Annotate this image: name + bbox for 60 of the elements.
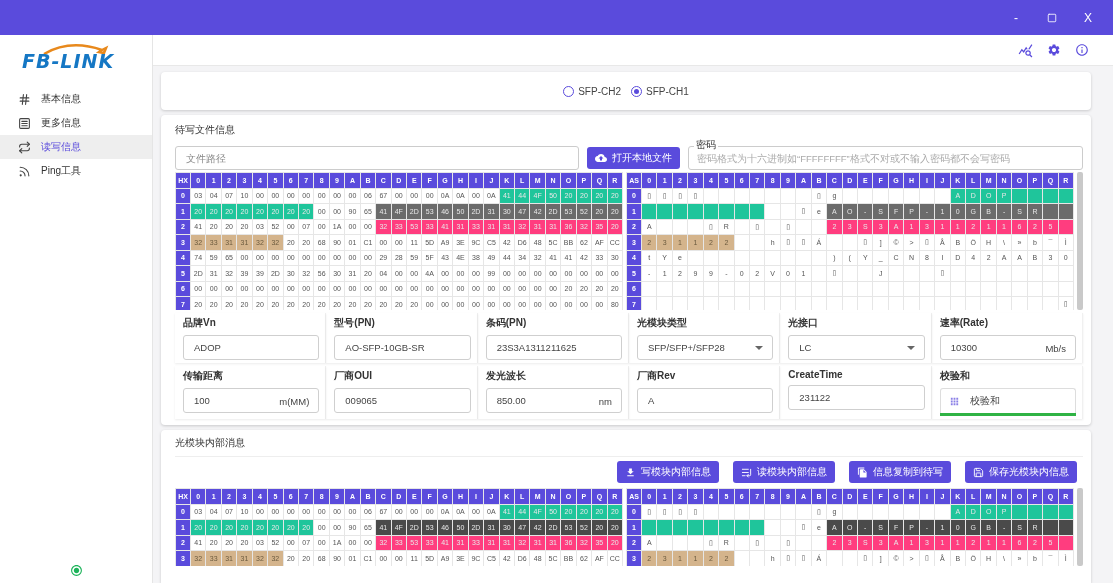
unit-label: Mb/s xyxy=(1045,342,1066,353)
hash-icon xyxy=(18,92,31,106)
dropdown[interactable]: LC xyxy=(788,335,925,360)
caret-icon xyxy=(755,346,764,350)
grid-dots-icon xyxy=(948,395,960,407)
unit-label: nm xyxy=(598,395,612,406)
copy-icon xyxy=(857,466,868,478)
download-icon xyxy=(625,466,636,478)
text-field[interactable]: AO-SFP-10GB-SR xyxy=(334,335,471,360)
field-label: 光模块类型 xyxy=(637,316,688,330)
text-field[interactable]: 23S3A1311211625 xyxy=(485,335,622,360)
field-label: 密码 xyxy=(694,139,718,150)
logo-text: FB-LINK xyxy=(22,51,116,71)
field-label: 发光波长 xyxy=(485,369,527,383)
close-button[interactable]: X xyxy=(1073,5,1103,30)
checksum-button[interactable]: 校验和 xyxy=(939,388,1076,413)
minimize-button[interactable]: - xyxy=(1001,5,1031,30)
scrollbar[interactable] xyxy=(1077,488,1083,566)
arrow-list-icon xyxy=(741,466,752,478)
field-label: 品牌Vn xyxy=(183,316,217,330)
unit-label: m(MM) xyxy=(279,395,310,406)
section-title: 待写文件信息 xyxy=(175,123,236,137)
field-label: 光接口 xyxy=(788,316,820,330)
swap-arrows-icon xyxy=(18,140,31,154)
text-field[interactable]: A xyxy=(637,388,774,413)
nav-item[interactable]: 更多信息 xyxy=(0,111,152,135)
channel-radio[interactable]: SFP-CH2 xyxy=(563,85,621,97)
field-label: 传输距离 xyxy=(183,369,224,383)
chart-search-icon[interactable] xyxy=(1018,42,1033,58)
field-label: 厂商Rev xyxy=(637,369,677,383)
save-icon xyxy=(973,466,984,478)
list-icon xyxy=(18,116,31,130)
text-field[interactable]: ADOP xyxy=(183,335,320,360)
field-label: 校验和 xyxy=(939,369,971,383)
text-field[interactable]: 009065 xyxy=(334,388,471,413)
action-button[interactable]: 读模块内部信息 xyxy=(733,461,835,483)
info-icon[interactable] xyxy=(1075,43,1089,57)
dropdown[interactable]: SFP/SFP+/SFP28 xyxy=(637,335,774,360)
field-label: 厂商OUI xyxy=(334,369,374,383)
open-file-button[interactable]: 打开本地文件 xyxy=(587,147,680,169)
nav-item[interactable]: 基本信息 xyxy=(0,87,152,111)
channel-radio[interactable]: SFP-CH1 xyxy=(631,85,689,97)
nav-item[interactable]: Ping工具 xyxy=(0,159,152,183)
caret-icon xyxy=(906,346,915,350)
field-label: CreateTime xyxy=(788,369,844,380)
nav-item[interactable]: 读写信息 xyxy=(0,135,152,159)
action-button[interactable]: 写模块内部信息 xyxy=(617,461,719,483)
action-button[interactable]: 信息复制到待写 xyxy=(849,461,951,483)
scrollbar[interactable] xyxy=(1077,172,1083,310)
action-button[interactable]: 保存光模块内信息 xyxy=(965,461,1077,483)
field-label: 型号(PN) xyxy=(334,316,376,330)
file-path-field[interactable]: 文件路径 xyxy=(175,146,579,170)
signal-waves-icon xyxy=(18,164,31,178)
settings-icon[interactable] xyxy=(1047,43,1061,57)
field-label: 条码(PN) xyxy=(485,316,528,330)
section-title: 光模块内部消息 xyxy=(175,436,246,450)
square-icon xyxy=(1047,12,1057,23)
cloud-upload-icon xyxy=(595,152,607,164)
field-label: 速率(Rate) xyxy=(939,316,989,330)
text-field[interactable]: 231122 xyxy=(788,385,925,410)
